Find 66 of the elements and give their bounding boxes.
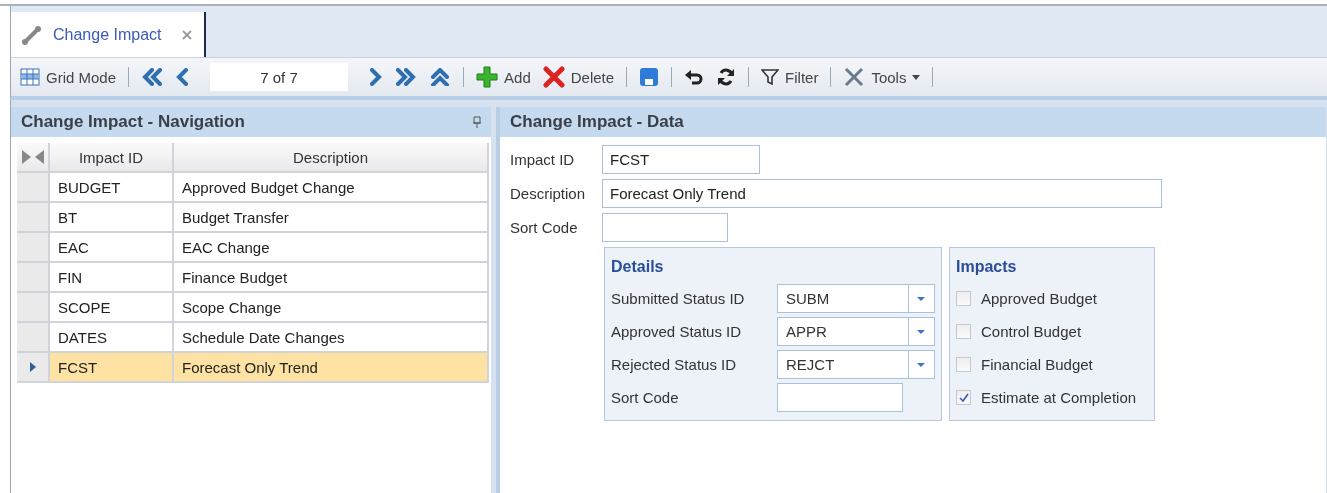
field-label: Approved Status ID [611,323,743,340]
table-cell[interactable]: SCOPE [50,293,174,323]
column-header[interactable]: Description [174,143,489,173]
dropdown-field[interactable]: REJCT [777,350,935,379]
filter-icon [761,68,780,86]
column-chooser-icon[interactable] [21,150,44,164]
pin-icon[interactable] [473,116,481,128]
plus-icon [476,66,499,88]
close-icon[interactable] [181,29,192,40]
tab[interactable]: Change Impact [11,12,206,57]
input-field[interactable] [777,383,903,412]
table-cell[interactable]: Finance Budget [174,263,489,293]
field-label: Sort Code [510,219,579,236]
table-cell[interactable]: BT [50,203,174,233]
checkbox[interactable] [956,291,971,306]
input-field[interactable] [602,213,728,242]
panel-title: Change Impact - Data [510,112,684,132]
checkbox[interactable] [956,390,971,405]
table-cell[interactable]: EAC [50,233,174,263]
double-right-chevron-icon [395,68,418,86]
table-cell[interactable]: DATES [50,323,174,353]
checkbox-label: Control Budget [981,323,1082,340]
x-icon [542,66,565,88]
left-chevron-icon [175,68,190,86]
group-title: Details [611,257,665,277]
table-cell[interactable]: FIN [50,263,174,293]
dropdown-field[interactable]: SUBM [777,284,935,313]
refresh-icon [716,67,737,87]
tools-button[interactable]: Tools [840,64,924,90]
column-header[interactable]: Impact ID [50,143,174,173]
checkbox[interactable] [956,357,971,372]
check-icon [958,392,969,403]
grid-mode-button[interactable]: Grid Mode [17,66,120,88]
grid-icon [20,68,40,86]
record-position: 7 of 7 [210,63,349,91]
add-button[interactable]: Add [473,64,534,90]
table-cell[interactable]: Forecast Only Trend [174,353,489,383]
table-cell[interactable]: Approved Budget Change [174,173,489,203]
table-cell[interactable]: Budget Transfer [174,203,489,233]
table-cell[interactable]: BUDGET [50,173,174,203]
group-title: Impacts [956,257,1018,277]
table-cell[interactable]: EAC Change [174,233,489,263]
undo-icon [684,67,705,87]
field-label: Submitted Status ID [611,290,746,307]
field-label: Description [510,185,587,202]
table-cell[interactable]: FCST [50,353,174,383]
dropdown-field[interactable]: APPR [777,317,935,346]
panel-title: Change Impact - Navigation [21,112,245,132]
filter-button[interactable]: Filter [758,66,822,88]
double-up-chevron-icon [429,68,452,86]
double-left-chevron-icon [141,68,164,86]
right-chevron-icon [369,68,384,86]
table-cell[interactable]: Schedule Date Changes [174,323,489,353]
table-cell[interactable]: Scope Change [174,293,489,323]
delete-button[interactable]: Delete [539,64,618,90]
checkbox[interactable] [956,324,971,339]
field-label: Impact ID [510,151,576,168]
checkbox-label: Approved Budget [981,290,1097,307]
field-label: Rejected Status ID [611,356,738,373]
field-label: Sort Code [611,389,680,406]
input-field[interactable]: Forecast Only Trend [602,179,1162,208]
row-header[interactable] [17,353,50,383]
checkbox-label: Estimate at Completion [981,389,1137,406]
input-field[interactable]: FCST [602,145,760,174]
caret-icon [912,74,921,80]
checkbox-label: Financial Budget [981,356,1093,373]
